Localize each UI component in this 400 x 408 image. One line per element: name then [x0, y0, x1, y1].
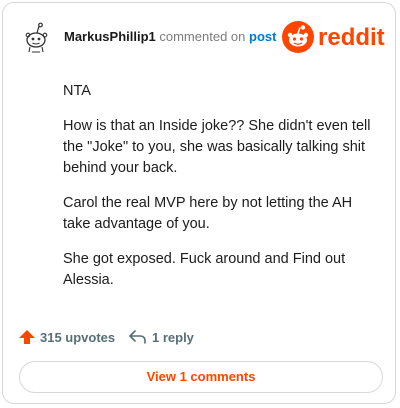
- post-link[interactable]: post: [249, 29, 276, 44]
- reddit-wordmark: reddit: [318, 24, 385, 51]
- comment-byline: MarkusPhillip1 commented on post: [64, 29, 276, 45]
- username-link[interactable]: MarkusPhillip1: [64, 29, 156, 44]
- reply-count[interactable]: 1 reply: [152, 330, 194, 345]
- comment-card: MarkusPhillip1 commented on post reddit …: [2, 2, 396, 404]
- reply-arrow-icon[interactable]: [129, 330, 147, 344]
- reddit-logo[interactable]: reddit: [281, 20, 389, 54]
- comment-paragraph: How is that an Inside joke?? She didn't …: [63, 118, 371, 176]
- avatar-icon[interactable]: [19, 19, 55, 55]
- comment-body: NTA How is that an Inside joke?? She did…: [63, 81, 383, 305]
- view-comments-button[interactable]: View 1 comments: [19, 361, 383, 393]
- commented-on-text: commented on: [159, 29, 246, 44]
- comment-paragraph: She got exposed. Fuck around and Find ou…: [63, 251, 346, 288]
- comment-actions: 315 upvotes 1 reply: [3, 321, 395, 351]
- comment-paragraph: Carol the real MVP here by not letting t…: [63, 195, 353, 232]
- comment-paragraph: NTA: [63, 83, 91, 99]
- upvotes-count[interactable]: 315 upvotes: [40, 330, 115, 345]
- upvote-arrow-icon[interactable]: [19, 330, 35, 344]
- comment-header: MarkusPhillip1 commented on post reddit: [3, 3, 395, 69]
